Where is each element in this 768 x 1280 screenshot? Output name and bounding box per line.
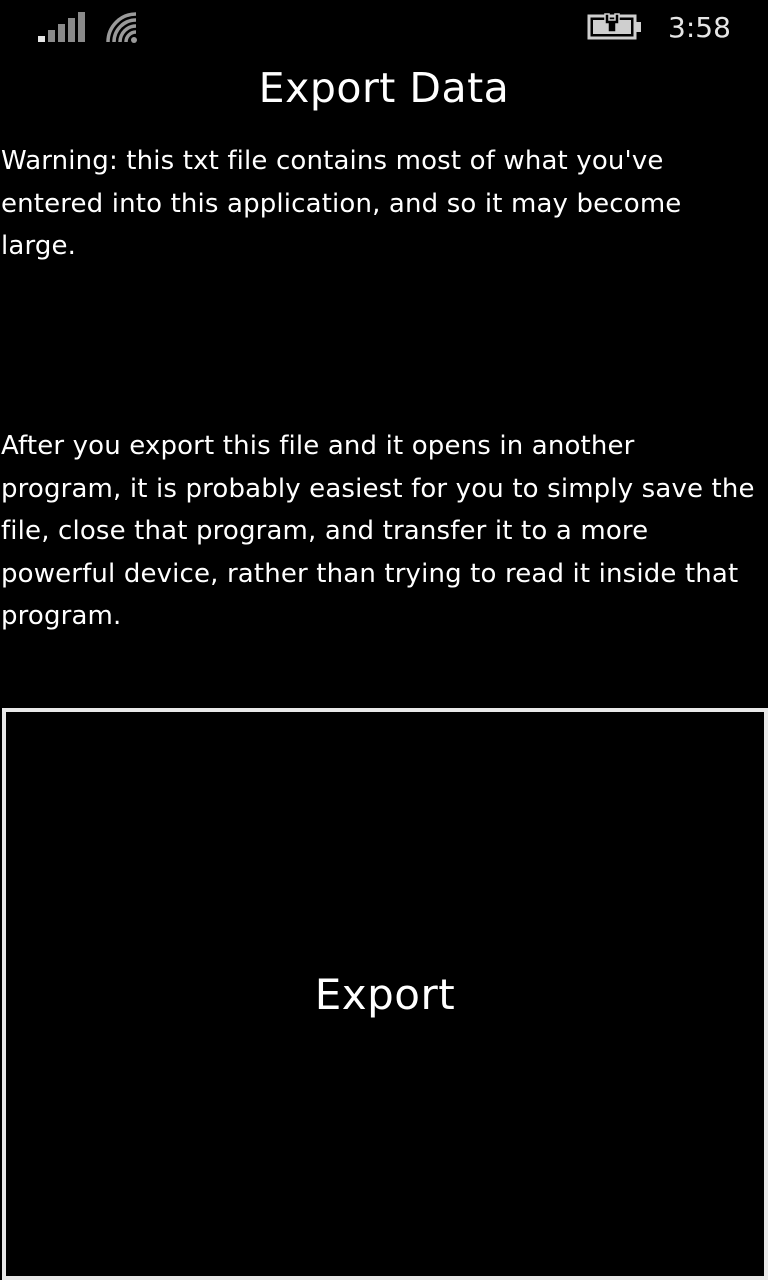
status-bar: 3:58 bbox=[0, 0, 768, 56]
status-clock: 3:58 bbox=[668, 11, 731, 44]
instructions-text: After you export this file and it opens … bbox=[1, 431, 755, 631]
export-button[interactable]: Export bbox=[2, 708, 768, 1280]
page-title: Export Data bbox=[258, 64, 510, 112]
export-button-label: Export bbox=[314, 969, 456, 1019]
cell-signal-icon bbox=[38, 12, 85, 42]
warning-text: Warning: this txt file contains most of … bbox=[1, 146, 682, 261]
wifi-icon bbox=[106, 12, 137, 43]
battery-charging-icon bbox=[587, 13, 641, 40]
